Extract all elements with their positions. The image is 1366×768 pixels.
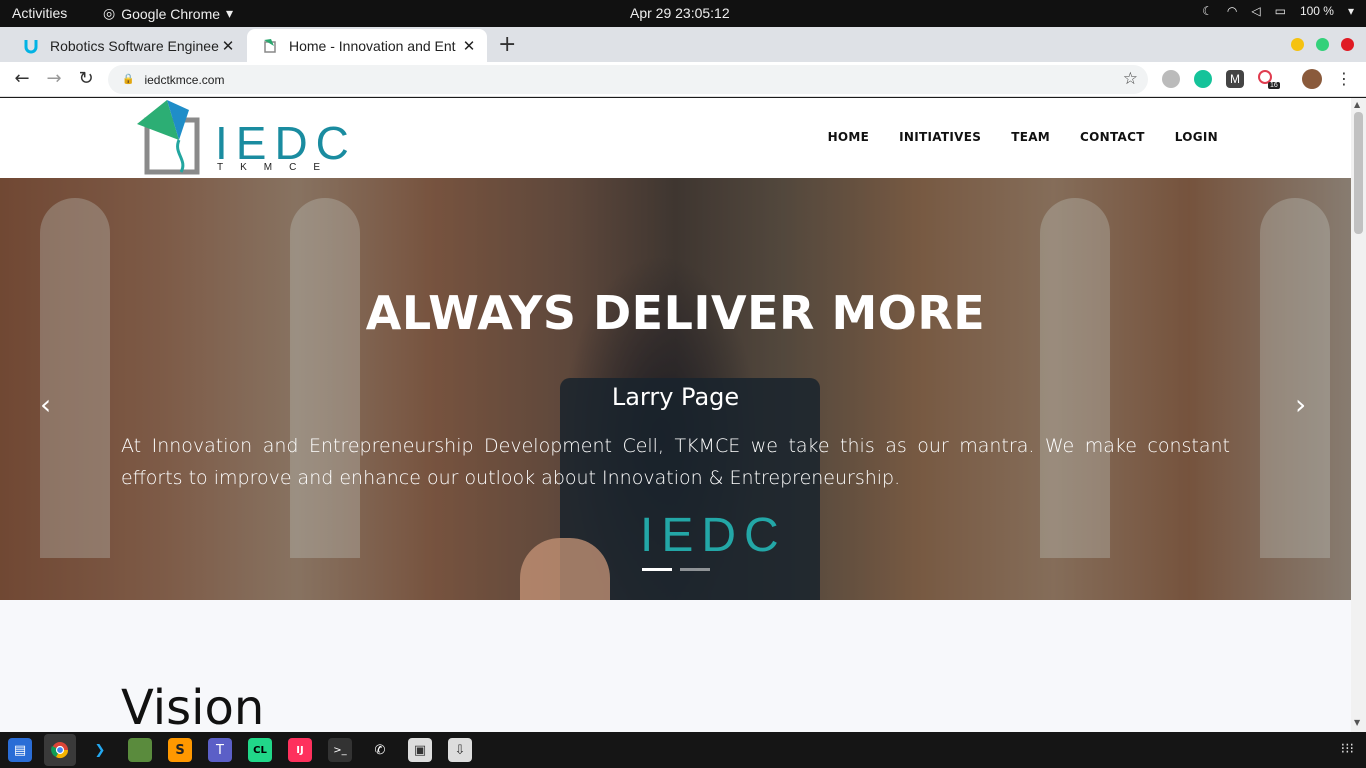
iedc-icon [261, 37, 279, 55]
background-arch [290, 198, 360, 558]
lock-icon: 🔒 [122, 74, 135, 85]
carousel-prev-icon[interactable]: ‹ [40, 388, 51, 421]
main-nav: HOME INITIATIVES TEAM CONTACT LOGIN [828, 130, 1218, 144]
kite-logo-icon [137, 100, 200, 175]
tab-strip: Robotics Software Enginee ✕ Home - Innov… [0, 27, 1366, 62]
bookmark-star-icon[interactable]: ☆ [1123, 69, 1138, 89]
tab-title: Home - Innovation and Ent [289, 37, 456, 54]
intellij-icon[interactable]: IJ [288, 738, 312, 762]
menu-icon[interactable]: ⋮ [1332, 67, 1356, 91]
m-icon[interactable]: M [1226, 70, 1244, 88]
minecraft-icon[interactable] [128, 738, 152, 762]
grammarly-icon[interactable] [1194, 70, 1212, 88]
system-tray[interactable]: ☾ ◠ ◁ ▭ 100 % ▾ [1202, 4, 1354, 18]
background-arch [40, 198, 110, 558]
maximize-button[interactable] [1316, 38, 1329, 51]
nav-contact[interactable]: CONTACT [1080, 130, 1145, 144]
hero-author: Larry Page [611, 383, 740, 411]
tab-iedc-home[interactable]: Home - Innovation and Ent ✕ [247, 29, 487, 62]
page-viewport: IEDC TKMCE HOME INITIATIVES TEAM CONTACT… [0, 98, 1351, 732]
window-controls [1291, 38, 1354, 51]
app-menu[interactable]: ◎ Google Chrome ▾ [103, 5, 233, 22]
sublime-icon[interactable]: S [168, 738, 192, 762]
nav-home[interactable]: HOME [828, 130, 870, 144]
scroll-up-icon[interactable]: ▲ [1354, 100, 1360, 109]
close-window-button[interactable] [1341, 38, 1354, 51]
system-top-bar: Activities ◎ Google Chrome ▾ Apr 29 23:0… [0, 0, 1366, 27]
forward-icon[interactable]: → [42, 67, 66, 91]
logo-subtext: TKMCE [217, 162, 337, 173]
wifi-icon: ◠ [1226, 4, 1238, 18]
dock: ▤ ❯ S T CL IJ >_ ✆ ▣ ⇩ ⁝⁝⁝ [0, 732, 1366, 768]
close-icon[interactable]: ✕ [461, 37, 477, 55]
tab-title: Robotics Software Enginee [50, 37, 219, 54]
clock[interactable]: Apr 29 23:05:12 [630, 5, 730, 21]
clion-icon[interactable]: CL [248, 738, 272, 762]
hero-text: At Innovation and Entrepreneurship Devel… [121, 435, 1230, 489]
background-arch [1040, 198, 1110, 558]
page-scrollbar[interactable]: ▲ ▼ [1351, 98, 1366, 732]
activities-button[interactable]: Activities [12, 5, 67, 21]
carousel-next-icon[interactable]: › [1295, 388, 1306, 421]
udacity-icon [22, 37, 40, 55]
back-icon[interactable]: ← [10, 67, 34, 91]
vision-section: Vision [0, 600, 1351, 732]
install-icon[interactable]: ⇩ [448, 738, 472, 762]
show-apps-icon[interactable]: ⁝⁝⁝ [1341, 741, 1354, 757]
hero-carousel: IEDC ALWAYS DELIVER MORE Larry Page At I… [0, 178, 1351, 600]
app-menu-label: Google Chrome [121, 5, 221, 22]
reload-icon[interactable]: ↻ [74, 67, 98, 91]
scrollbar-thumb[interactable] [1354, 112, 1363, 234]
archive-icon[interactable]: ▣ [408, 738, 432, 762]
nav-login[interactable]: LOGIN [1175, 130, 1218, 144]
nav-initiatives[interactable]: INITIATIVES [899, 130, 981, 144]
new-tab-button[interactable]: + [498, 32, 516, 57]
address-bar[interactable]: 🔒 iedctkmce.com ☆ [108, 65, 1148, 94]
url-text[interactable]: iedctkmce.com [144, 73, 224, 87]
background-arch [1260, 198, 1330, 558]
vscode-icon[interactable]: ❯ [88, 738, 112, 762]
terminal-icon[interactable]: >_ [328, 738, 352, 762]
chevron-down-icon: ▾ [1347, 4, 1354, 18]
carousel-indicators [642, 568, 710, 571]
night-light-icon: ☾ [1202, 4, 1213, 18]
section-heading: Vision [121, 680, 265, 732]
phone-icon[interactable]: ✆ [368, 738, 392, 762]
hero-title: ALWAYS DELIVER MORE [365, 286, 986, 340]
tab-robotics[interactable]: Robotics Software Enginee ✕ [8, 29, 246, 62]
carousel-indicator[interactable] [642, 568, 672, 571]
site-header: IEDC TKMCE HOME INITIATIVES TEAM CONTACT… [0, 98, 1351, 178]
avatar[interactable] [1302, 69, 1322, 89]
chrome-small-icon: ◎ [103, 5, 116, 21]
files-icon[interactable]: ▤ [8, 738, 32, 762]
battery-percent: 100 % [1299, 4, 1334, 18]
volume-icon: ◁ [1251, 4, 1261, 18]
phone-brand-text: IEDC [640, 509, 787, 562]
site-logo[interactable]: IEDC TKMCE [133, 98, 349, 176]
scroll-down-icon[interactable]: ▼ [1354, 718, 1360, 727]
minimize-button[interactable] [1291, 38, 1304, 51]
chevron-down-icon: ▾ [226, 5, 234, 21]
carousel-indicator[interactable] [680, 568, 710, 571]
database-icon[interactable] [1162, 70, 1180, 88]
close-icon[interactable]: ✕ [220, 37, 236, 55]
chrome-icon[interactable] [44, 734, 76, 766]
extension-badge: 16 [1268, 82, 1280, 89]
browser-toolbar: ← → ↻ 🔒 iedctkmce.com ☆ M 16 ⋮ [0, 62, 1366, 97]
battery-icon: ▭ [1274, 4, 1286, 18]
background-hand [520, 538, 610, 600]
teams-icon[interactable]: T [208, 738, 232, 762]
nav-team[interactable]: TEAM [1011, 130, 1050, 144]
